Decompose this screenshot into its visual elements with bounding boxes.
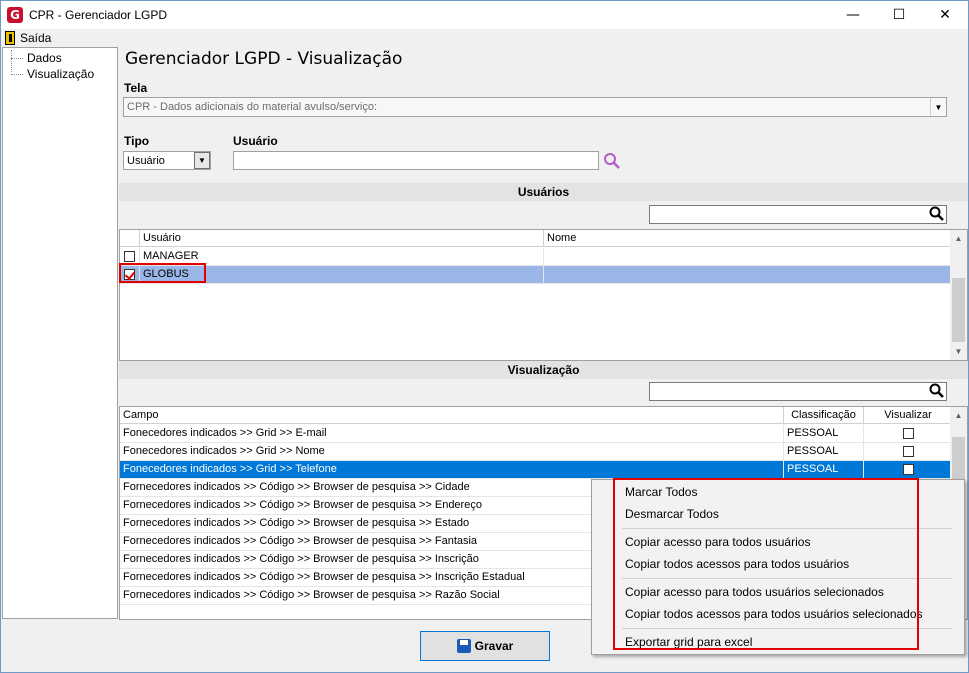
highlight-box bbox=[119, 263, 206, 283]
tree-item-dados[interactable]: Dados bbox=[3, 50, 117, 66]
visualizar-cell bbox=[864, 461, 952, 478]
table-row[interactable]: Fonecedores indicados >> Grid >> Nome PES… bbox=[120, 443, 952, 461]
visualizar-checkbox[interactable] bbox=[902, 428, 914, 439]
view-section-header: Visualização bbox=[119, 361, 968, 379]
exit-menu-item[interactable]: Saída bbox=[1, 31, 51, 45]
users-grid: Usuário Nome MANAGER GLOBUS ▲ ▼ bbox=[119, 229, 968, 361]
tree-item-visualizacao[interactable]: Visualização bbox=[3, 66, 117, 82]
classificacao-cell: PESSOAL bbox=[784, 425, 864, 442]
menu-bar: Saída bbox=[1, 29, 968, 47]
table-row[interactable]: MANAGER bbox=[120, 248, 952, 266]
chevron-down-icon: ▼ bbox=[194, 152, 210, 169]
scroll-thumb[interactable] bbox=[952, 437, 965, 485]
classificacao-cell: PESSOAL bbox=[784, 443, 864, 460]
search-icon[interactable] bbox=[603, 152, 621, 170]
name-cell bbox=[544, 266, 952, 283]
users-section-header: Usuários bbox=[119, 183, 968, 201]
floppy-disk-icon bbox=[456, 639, 471, 653]
column-header-classificacao[interactable]: Classificação bbox=[784, 407, 864, 423]
table-row[interactable]: Fonecedores indicados >> Grid >> Telefon… bbox=[120, 461, 952, 479]
app-logo-icon: G bbox=[7, 7, 23, 23]
title-bar: G CPR - Gerenciador LGPD — ☐ ✕ bbox=[1, 1, 968, 29]
tela-select[interactable]: CPR - Dados adicionais do material avuls… bbox=[123, 97, 947, 117]
tipo-label: Tipo bbox=[124, 134, 150, 148]
users-grid-header: Usuário Nome bbox=[120, 230, 952, 247]
exit-label: Saída bbox=[20, 31, 52, 45]
name-cell bbox=[544, 248, 952, 265]
view-filter-input[interactable] bbox=[649, 382, 947, 401]
magnifier-icon[interactable] bbox=[929, 206, 945, 222]
usuario-label: Usuário bbox=[233, 134, 278, 148]
navigation-tree: Dados Visualização bbox=[2, 47, 118, 619]
tela-label: Tela bbox=[124, 81, 148, 95]
usuario-input[interactable] bbox=[233, 151, 599, 170]
save-button[interactable]: Gravar bbox=[420, 631, 550, 661]
campo-cell: Fonecedores indicados >> Grid >> Telefon… bbox=[120, 461, 784, 478]
magnifier-icon[interactable] bbox=[929, 383, 945, 399]
exit-door-icon bbox=[5, 31, 15, 45]
view-grid-header: Campo Classificação Visualizar bbox=[120, 407, 952, 424]
column-header-nome[interactable]: Nome bbox=[544, 230, 952, 246]
scroll-thumb[interactable] bbox=[952, 278, 965, 342]
close-button[interactable]: ✕ bbox=[922, 1, 968, 29]
campo-cell: Fonecedores indicados >> Grid >> Nome bbox=[120, 443, 784, 460]
visualizar-checkbox[interactable] bbox=[902, 446, 914, 457]
visualizar-cell bbox=[864, 443, 952, 460]
scroll-down-icon[interactable]: ▼ bbox=[950, 343, 967, 360]
window-title: CPR - Gerenciador LGPD bbox=[29, 8, 168, 22]
table-row[interactable]: GLOBUS bbox=[120, 266, 952, 284]
column-header-usuario[interactable]: Usuário bbox=[140, 230, 544, 246]
tipo-select-value: Usuário bbox=[127, 154, 165, 167]
visualizar-checkbox[interactable] bbox=[902, 464, 914, 475]
column-header-campo[interactable]: Campo bbox=[120, 407, 784, 423]
tela-select-value: CPR - Dados adicionais do material avuls… bbox=[127, 101, 378, 113]
tipo-select[interactable]: Usuário ▼ bbox=[123, 151, 211, 170]
column-header-visualizar[interactable]: Visualizar bbox=[864, 407, 952, 423]
users-checkbox-column bbox=[120, 230, 140, 246]
maximize-button[interactable]: ☐ bbox=[876, 1, 922, 29]
save-label: Gravar bbox=[474, 639, 514, 653]
minimize-button[interactable]: — bbox=[830, 1, 876, 29]
chevron-down-icon: ▼ bbox=[930, 98, 946, 116]
classificacao-cell: PESSOAL bbox=[784, 461, 864, 478]
users-filter-input[interactable] bbox=[649, 205, 947, 224]
highlight-box bbox=[613, 478, 919, 650]
row-checkbox[interactable] bbox=[124, 251, 135, 262]
visualizar-cell bbox=[864, 425, 952, 442]
scroll-up-icon[interactable]: ▲ bbox=[950, 407, 967, 424]
scroll-up-icon[interactable]: ▲ bbox=[950, 230, 967, 247]
campo-cell: Fonecedores indicados >> Grid >> E-mail bbox=[120, 425, 784, 442]
users-scrollbar[interactable]: ▲ ▼ bbox=[950, 230, 967, 360]
table-row[interactable]: Fonecedores indicados >> Grid >> E-mail P… bbox=[120, 425, 952, 443]
page-title: Gerenciador LGPD - Visualização bbox=[125, 49, 403, 69]
app-window: G CPR - Gerenciador LGPD — ☐ ✕ Saída Dad… bbox=[0, 0, 969, 673]
